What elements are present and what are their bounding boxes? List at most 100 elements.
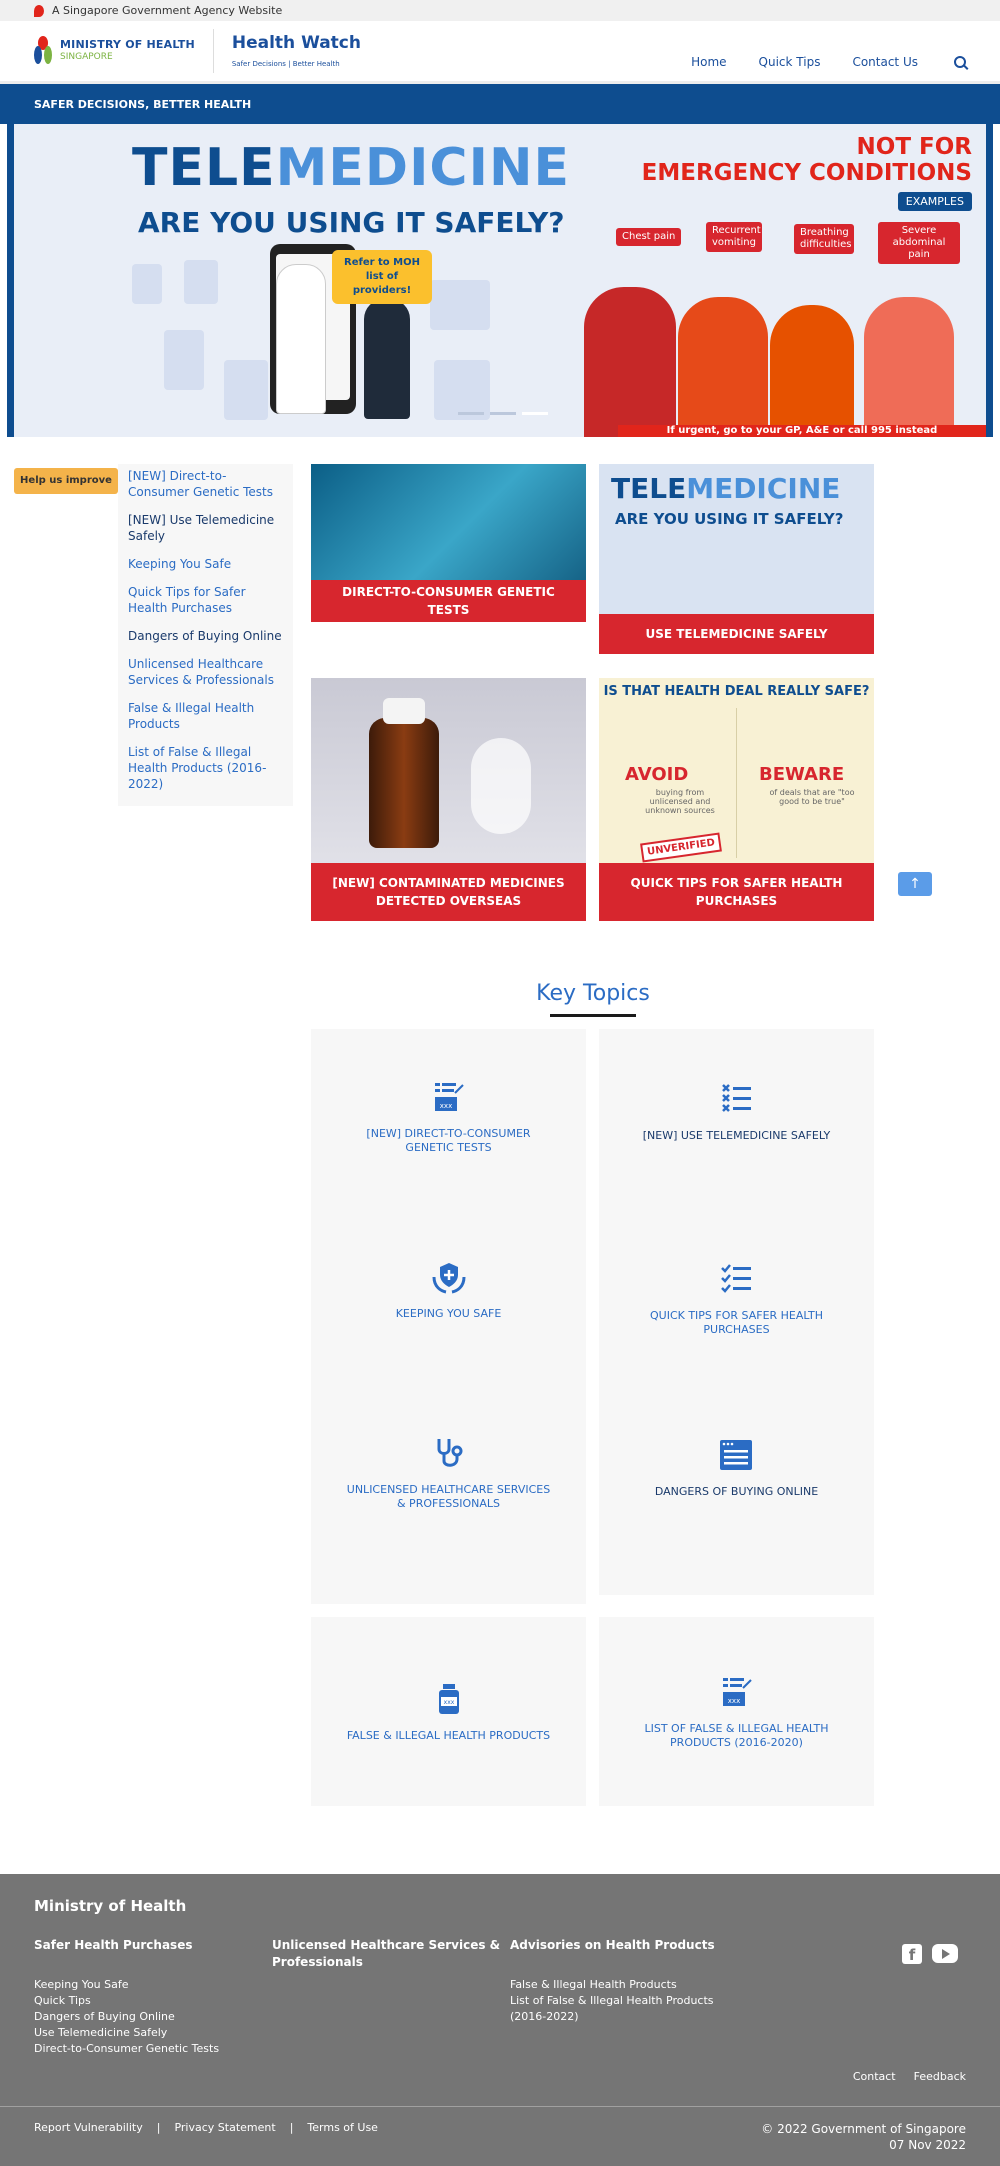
gov-masthead-text: A Singapore Government Agency Website [52,4,283,17]
footer-link[interactable]: False & Illegal Health Products [510,1977,748,1993]
topic-item[interactable]: [NEW] USE TELEMEDICINE SAFELY [642,1081,831,1221]
topic-label: FALSE & ILLEGAL HEALTH PRODUCTS [346,1728,551,1742]
sidenav-item-quick-tips[interactable]: Quick Tips for Safer Health Purchases [128,584,283,616]
topic-item[interactable]: xxx [NEW] DIRECT-TO-CONSUMER GENETIC TES… [341,1079,556,1219]
carousel-dot-active[interactable] [522,412,548,415]
avoid-sub: buying from unlicensed and unknown sourc… [645,788,715,815]
card-telemedicine-title: TELEMEDICINE [611,472,840,505]
footer-right-links: Contact Feedback [853,2070,966,2083]
nav-quick-tips[interactable]: Quick Tips [759,55,821,69]
carousel-dot[interactable] [458,412,484,415]
back-to-top-button[interactable]: ↑ [898,872,932,896]
nav-contact-us[interactable]: Contact Us [852,55,918,69]
sidenav-item-keeping-safe[interactable]: Keeping You Safe [128,556,283,572]
social-links: f [902,1944,958,1964]
logo-divider [212,29,214,73]
checklist-icon [720,1264,751,1293]
sidenav-item-genetic-tests[interactable]: [NEW] Direct-to-Consumer Genetic Tests [128,468,283,500]
hero-bg-card [184,260,218,304]
side-nav: [NEW] Direct-to-Consumer Genetic Tests [… [118,464,293,806]
help-us-improve-button[interactable]: Help us improve [14,468,118,494]
topic-item[interactable]: QUICK TIPS FOR SAFER HEALTH PURCHASES [629,1261,844,1401]
topic-item[interactable]: KEEPING YOU SAFE [396,1259,501,1399]
moh-emblem-icon [34,36,52,66]
topics-column-left: xxx [NEW] DIRECT-TO-CONSUMER GENETIC TES… [311,1029,586,1806]
hands-shield-icon [432,1263,465,1294]
topics-column-right: [NEW] USE TELEMEDICINE SAFELY QUICK TIPS… [599,1029,874,1806]
card-quick-tips[interactable]: IS THAT HEALTH DEAL REALLY SAFE? AVOID b… [599,678,874,921]
footer-link[interactable]: Dangers of Buying Online [34,2009,272,2025]
separator: | [289,2121,294,2134]
copyright-text: © 2022 Government of Singapore [761,2122,966,2136]
hero-chip: Chest pain [616,228,682,246]
checklist-xxx-icon: xxx [722,1677,752,1706]
footer-contact-link[interactable]: Contact [853,2070,896,2083]
hero-bg-card [430,280,490,330]
last-updated-date: 07 Nov 2022 [889,2138,966,2152]
card-label: QUICK TIPS FOR SAFER HEALTH PURCHASES [599,863,874,921]
card-telemedicine-question: ARE YOU USING IT SAFELY? [615,510,844,528]
footer-link[interactable]: Quick Tips [34,1993,272,2009]
facebook-icon[interactable]: f [902,1944,922,1964]
hero-bg-card [164,330,204,390]
topic-label: UNLICENSED HEALTHCARE SERVICES & PROFESS… [346,1483,551,1510]
footer-link[interactable]: Use Telemedicine Safely [34,2025,272,2041]
hero-bg-card [132,264,162,304]
key-topics-title: Key Topics [312,981,874,1017]
footer-link[interactable]: Keeping You Safe [34,1977,272,1993]
card-telemedicine[interactable]: TELEMEDICINE ARE YOU USING IT SAFELY? US… [599,464,874,654]
person-chest-pain [584,287,676,437]
sidenav-item-telemedicine[interactable]: [NEW] Use Telemedicine Safely [128,512,283,544]
carousel-dot[interactable] [490,412,516,415]
sidenav-item-unlicensed[interactable]: Unlicensed Healthcare Services & Profess… [128,656,283,688]
topic-box[interactable]: xxx LIST OF FALSE & ILLEGAL HEALTH PRODU… [599,1617,874,1806]
card-label: DIRECT-TO-CONSUMER GENETIC TESTS [311,580,586,622]
hero-warning-line2: EMERGENCY CONDITIONS [641,160,972,186]
card-contaminated-medicines[interactable]: [NEW] CONTAMINATED MEDICINES DETECTED OV… [311,678,586,921]
lion-head-icon [34,4,44,17]
report-vulnerability-link[interactable]: Report Vulnerability [34,2121,143,2153]
footer-col-safer-purchases: Safer Health Purchases Keeping You Safe … [34,1937,272,2057]
sidenav-item-false-products[interactable]: False & Illegal Health Products [128,700,283,732]
main-nav: Home Quick Tips Contact Us [691,33,966,69]
hero-warning-line1: NOT FOR [856,134,972,160]
sidenav-item-dangers-online[interactable]: Dangers of Buying Online [128,628,283,644]
card-label: [NEW] CONTAMINATED MEDICINES DETECTED OV… [311,863,586,921]
card-genetic-tests[interactable]: DIRECT-TO-CONSUMER GENETIC TESTS [311,464,586,622]
checklist-xxx-icon: xxx [434,1083,464,1111]
footer-link[interactable]: List of False & Illegal Health Products … [510,1993,748,2025]
health-watch-logo[interactable]: Health Watch Safer Decisions | Better He… [232,34,361,68]
hero-question: ARE YOU USING IT SAFELY? [138,206,565,239]
hero-warning: NOT FOR EMERGENCY CONDITIONS [642,134,972,186]
doctor-illustration [276,264,326,414]
footer-col-advisories: Advisories on Health Products False & Il… [510,1937,748,2057]
footer-org-name: Ministry of Health [34,1897,187,1915]
nav-home[interactable]: Home [691,55,726,69]
footer-col-title[interactable]: Safer Health Purchases [34,1937,272,1977]
footer-link[interactable]: Direct-to-Consumer Genetic Tests [34,2041,272,2057]
sidenav-item-illegal-list[interactable]: List of False & Illegal Health Products … [128,744,283,792]
feature-cards: DIRECT-TO-CONSUMER GENETIC TESTS TELEMED… [311,464,874,921]
topic-box[interactable]: xxx FALSE & ILLEGAL HEALTH PRODUCTS [311,1617,586,1806]
beware-label: BEWARE [759,764,845,785]
privacy-statement-link[interactable]: Privacy Statement [174,2121,275,2153]
youtube-icon[interactable] [932,1944,958,1963]
main-content: Help us improve [NEW] Direct-to-Consumer… [0,437,1000,921]
hero-bg-card [434,360,490,420]
hero-banner[interactable]: TELEMEDICINE ARE YOU USING IT SAFELY? Re… [7,124,993,437]
terms-of-use-link[interactable]: Terms of Use [307,2121,378,2153]
hero-chip: Recurrent vomiting [706,222,762,252]
footer-feedback-link[interactable]: Feedback [914,2070,966,2083]
search-icon[interactable] [954,56,966,68]
moh-logo[interactable]: MINISTRY OF HEALTH SINGAPORE [34,36,195,66]
person-vomiting [678,297,768,437]
topic-label: [NEW] USE TELEMEDICINE SAFELY [642,1129,831,1142]
topic-item[interactable]: UNLICENSED HEALTHCARE SERVICES & PROFESS… [341,1435,556,1575]
footer-col-title[interactable]: Unlicensed Healthcare Services & Profess… [272,1937,510,1977]
footer-col-title[interactable]: Advisories on Health Products [510,1937,748,1977]
x-list-icon [721,1084,751,1112]
topic-item[interactable]: DANGERS OF BUYING ONLINE [655,1437,818,1577]
svg-text:xxx: xxx [439,1102,451,1110]
footer-columns: Safer Health Purchases Keeping You Safe … [34,1937,966,2057]
topic-label: QUICK TIPS FOR SAFER HEALTH PURCHASES [649,1309,824,1336]
